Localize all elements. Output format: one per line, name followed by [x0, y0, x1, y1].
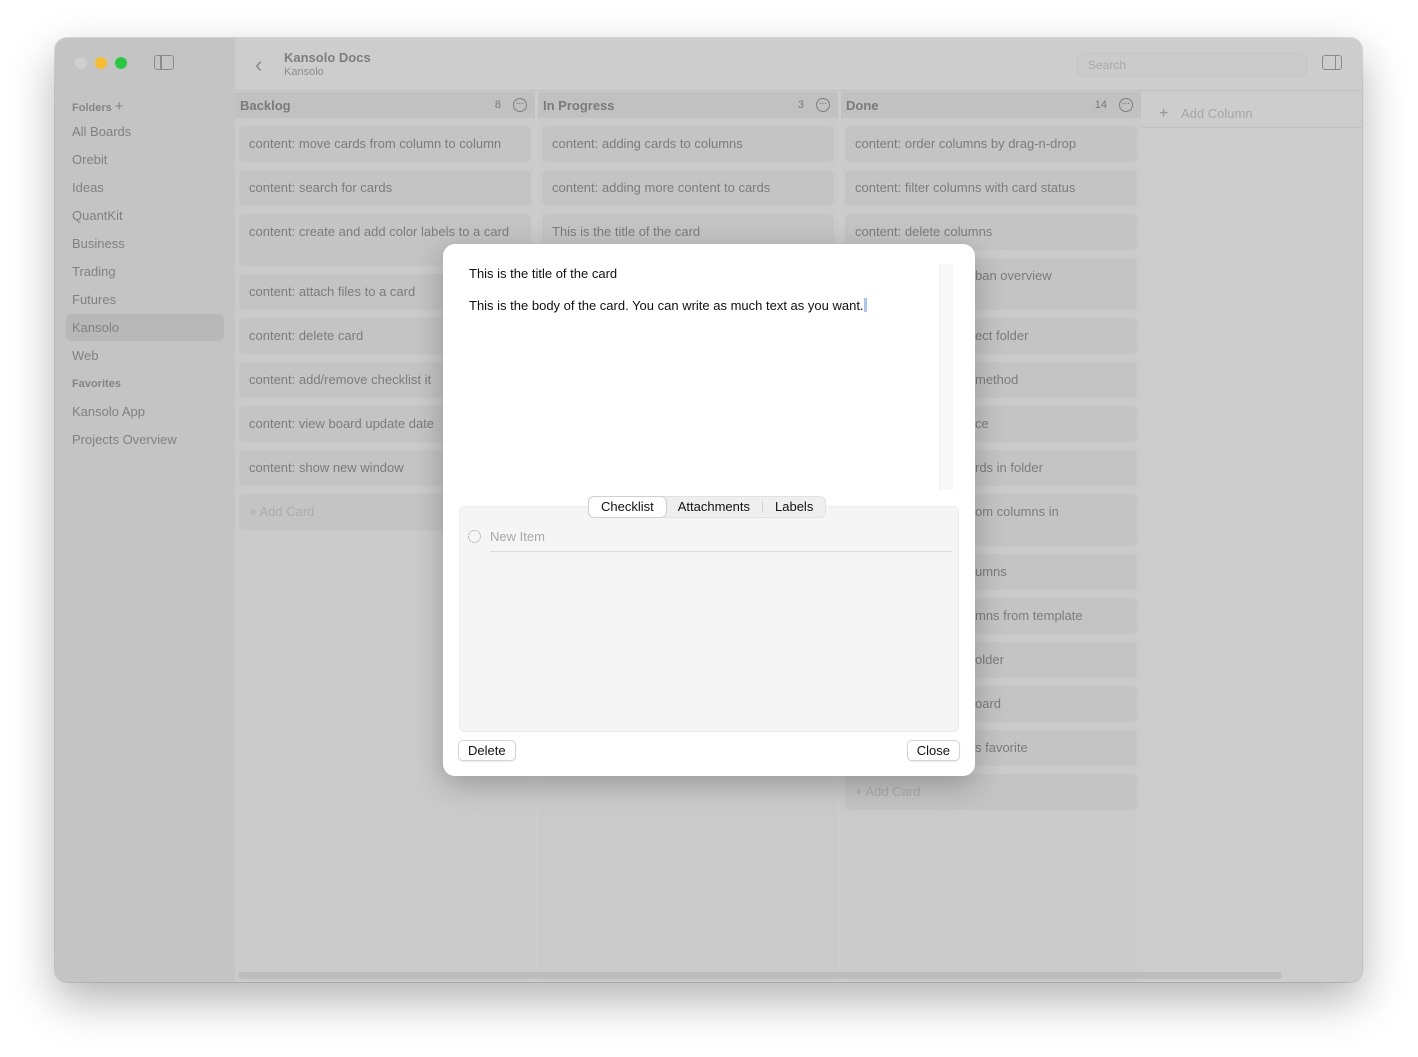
column-title: Backlog — [240, 97, 291, 113]
board-title: Kansolo Docs — [284, 50, 371, 65]
favorite-item[interactable]: Projects Overview — [66, 426, 224, 453]
sidebar-item[interactable]: All Boards — [66, 118, 224, 145]
favorites-heading: Favorites — [72, 378, 121, 390]
card-body-field[interactable]: This is the body of the card. You can wr… — [469, 298, 867, 313]
checkbox-circle-icon[interactable] — [468, 530, 481, 543]
card[interactable]: content: adding cards to columns — [542, 126, 834, 162]
inspector-toggle-icon[interactable] — [1322, 55, 1342, 70]
zoom-window-button[interactable] — [115, 57, 127, 69]
horizontal-scrollbar[interactable] — [238, 972, 1282, 979]
tab-checklist[interactable]: Checklist — [589, 497, 666, 517]
card-detail-dialog: This is the title of the card This is th… — [443, 244, 975, 776]
search-input[interactable]: Search — [1077, 53, 1307, 77]
minimize-window-button[interactable] — [95, 57, 107, 69]
detail-tabs: Checklist Attachments Labels — [588, 496, 827, 518]
delete-button[interactable]: Delete — [458, 740, 516, 761]
new-checklist-item-input[interactable]: New Item — [490, 529, 952, 552]
sidebar-item[interactable]: Web — [66, 342, 224, 369]
add-column-button[interactable]: + Add Column — [1141, 92, 1362, 128]
card-list: content: adding cards to columns content:… — [538, 118, 838, 258]
toolbar: ‹ Kansolo Docs Kansolo Search — [235, 38, 1362, 91]
column-card-count: 3 — [797, 99, 804, 111]
close-window-button[interactable] — [75, 57, 87, 69]
sidebar-item[interactable]: Orebit — [66, 146, 224, 173]
sidebar-item[interactable]: Kansolo — [66, 314, 224, 341]
body-scrollbar[interactable] — [939, 264, 953, 490]
sidebar-item[interactable]: Ideas — [66, 174, 224, 201]
sidebar: Folders + All Boards Orebit Ideas QuantKit B… — [55, 38, 235, 982]
tab-labels[interactable]: Labels — [763, 497, 825, 517]
sidebar-toggle-icon[interactable] — [154, 55, 174, 70]
add-folder-icon[interactable]: + — [115, 98, 124, 115]
close-button[interactable]: Close — [906, 740, 960, 761]
sidebar-item[interactable]: Business — [66, 230, 224, 257]
column-header: In Progress 3 ··· — [538, 92, 838, 118]
column-more-icon[interactable]: ··· — [1119, 98, 1133, 112]
card[interactable]: content: move cards from column to colum… — [239, 126, 531, 162]
column-title: In Progress — [543, 97, 615, 113]
card[interactable]: content: order columns by drag-n-drop — [845, 126, 1137, 162]
column-title: Done — [846, 97, 879, 113]
tab-attachments[interactable]: Attachments — [666, 497, 762, 517]
add-card-button[interactable]: + Add Card — [845, 774, 1137, 810]
sidebar-item[interactable]: QuantKit — [66, 202, 224, 229]
card[interactable]: content: adding more content to cards — [542, 170, 834, 206]
back-chevron-icon[interactable]: ‹ — [255, 52, 262, 78]
column-card-count: 8 — [494, 99, 501, 111]
traffic-lights — [75, 57, 127, 69]
column-header: Backlog 8 ··· — [235, 92, 535, 118]
card[interactable]: content: filter columns with card status — [845, 170, 1137, 206]
favorite-item[interactable]: Kansolo App — [66, 398, 224, 425]
card-title-field[interactable]: This is the title of the card — [469, 266, 617, 281]
checklist-panel: New Item — [459, 506, 959, 732]
folders-heading: Folders + — [72, 98, 124, 115]
plus-icon: + — [1159, 105, 1169, 122]
column-more-icon[interactable]: ··· — [513, 98, 527, 112]
card[interactable]: content: search for cards — [239, 170, 531, 206]
sidebar-item[interactable]: Trading — [66, 258, 224, 285]
column-header: Done 14 ··· — [841, 92, 1141, 118]
column-card-count: 14 — [1094, 99, 1107, 111]
text-cursor — [863, 298, 867, 312]
sidebar-item[interactable]: Futures — [66, 286, 224, 313]
board-folder: Kansolo — [284, 66, 324, 78]
column-more-icon[interactable]: ··· — [816, 98, 830, 112]
